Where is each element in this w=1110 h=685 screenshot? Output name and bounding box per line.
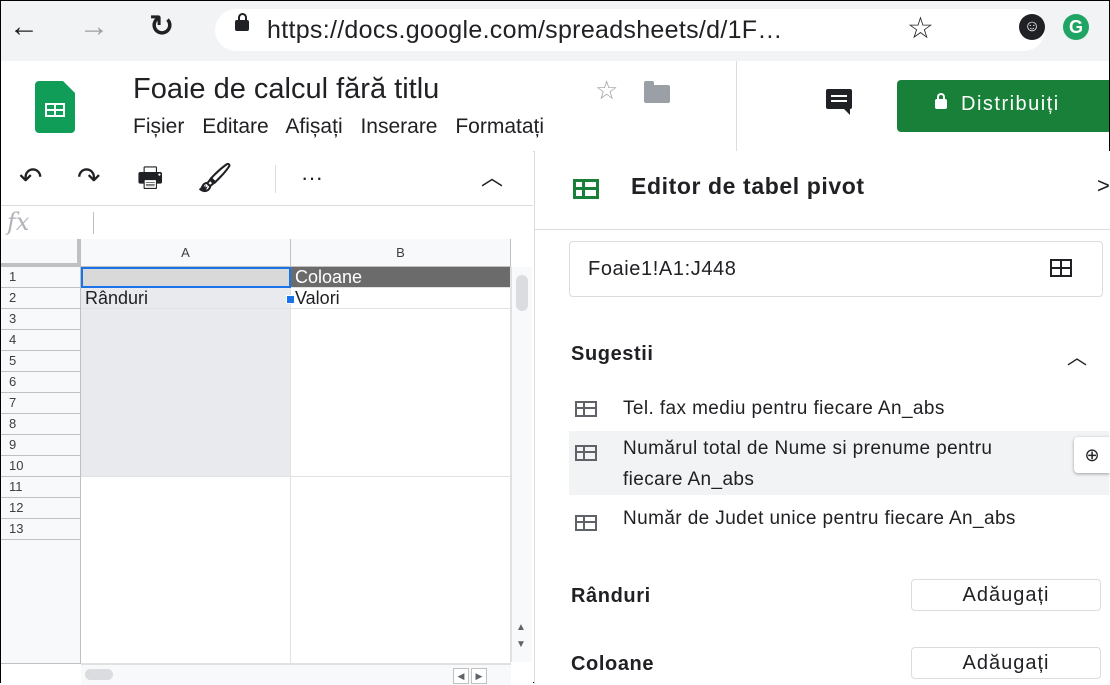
row-header-11[interactable]: 11 (1, 477, 81, 498)
suggestions-title: Sugestii (571, 343, 654, 365)
horizontal-scroll-thumb[interactable] (85, 669, 113, 680)
row-header-3[interactable]: 3 (1, 309, 81, 330)
share-button[interactable]: Distribuiți (897, 80, 1109, 132)
row-header-6[interactable]: 6 (1, 372, 81, 393)
spreadsheet-grid: A B 1 2 3 4 5 6 7 8 9 10 11 12 13 Coloan… (1, 239, 533, 685)
vertical-scroll-thumb[interactable] (516, 275, 528, 311)
pivot-table-editor: Editor de tabel pivot > Foaie1!A1:J448 S… (534, 151, 1110, 684)
pivot-table-icon (573, 179, 599, 199)
row-header-4[interactable]: 4 (1, 330, 81, 351)
row-header-13[interactable]: 13 (1, 519, 81, 540)
back-arrow-icon[interactable]: ← (9, 7, 39, 47)
rows-section-title: Rânduri (571, 585, 651, 607)
pivot-editor-title: Editor de tabel pivot (631, 173, 865, 199)
comments-icon[interactable] (826, 89, 852, 115)
lock-icon (935, 93, 947, 109)
suggestion-label: Număr de Judet unice pentru fiecare An_a… (623, 508, 1016, 529)
cell-b1[interactable]: Coloane (291, 267, 511, 288)
formula-separator (93, 212, 94, 234)
star-icon[interactable]: ☆ (595, 75, 618, 106)
fill-handle[interactable] (286, 295, 295, 304)
add-suggestion-icon[interactable]: ⊕ (1074, 437, 1110, 473)
cell-b2[interactable]: Valori (291, 288, 511, 309)
share-button-label: Distribuiți (961, 93, 1060, 115)
suggestion-label: Tel. fax mediu pentru fiecare An_abs (623, 398, 945, 419)
cell-b11-b13[interactable] (291, 477, 511, 664)
collapse-toolbar-icon[interactable]: ︿ (481, 161, 503, 195)
cell-a2[interactable]: Rânduri (81, 288, 291, 309)
row-header-9[interactable]: 9 (1, 435, 81, 456)
formula-bar: fx (1, 205, 533, 241)
address-bar[interactable]: https://docs.google.com/spreadsheets/d/1… (215, 9, 1045, 51)
menu-view[interactable]: Afișați (285, 115, 342, 138)
scroll-left-icon[interactable]: ◀ (453, 668, 469, 684)
menu-bar: Fișier Editare Afișați Inserare Formataț… (133, 115, 737, 143)
suggestion-label: Numărul total de Nume si prenume pentru … (623, 438, 993, 490)
select-range-icon[interactable] (1050, 259, 1072, 277)
cell-a3-a10[interactable] (81, 309, 291, 477)
column-header-a[interactable]: A (81, 239, 291, 267)
data-range-value: Foaie1!A1:J448 (588, 258, 737, 280)
suggestion-item[interactable]: Tel. fax mediu pentru fiecare An_abs (569, 389, 1109, 429)
row-header-5[interactable]: 5 (1, 351, 81, 372)
column-header-b[interactable]: B (291, 239, 511, 267)
suggestion-item[interactable]: Numărul total de Nume si prenume pentru … (569, 431, 1109, 495)
document-title[interactable]: Foaie de calcul fără titlu (133, 73, 439, 106)
folder-icon[interactable] (644, 81, 670, 103)
lock-icon[interactable] (235, 13, 249, 31)
browser-toolbar: ← → ↻ https://docs.google.com/spreadshee… (1, 1, 1109, 62)
sheets-logo-icon[interactable] (35, 81, 75, 133)
url-text[interactable]: https://docs.google.com/spreadsheets/d/1… (267, 16, 783, 45)
reload-icon[interactable]: ↻ (149, 7, 174, 47)
fx-icon: fx (7, 208, 30, 236)
add-rows-button[interactable]: Adăugați (911, 579, 1101, 611)
forward-arrow-icon[interactable]: → (79, 7, 109, 47)
pivot-suggestion-icon (575, 445, 597, 461)
pivot-suggestion-icon (575, 515, 597, 531)
header-divider (736, 61, 737, 151)
row-header-8[interactable]: 8 (1, 414, 81, 435)
add-columns-button[interactable]: Adăugați (911, 647, 1101, 679)
columns-section-title: Coloane (571, 653, 655, 675)
bookmark-star-icon[interactable]: ☆ (907, 11, 934, 46)
cell-a11-a13[interactable] (81, 477, 291, 664)
select-all-corner[interactable] (1, 239, 81, 267)
scroll-up-icon[interactable]: ▲ (516, 622, 526, 633)
redo-icon[interactable]: ↷ (77, 161, 100, 195)
editing-toolbar: ↶ ↷ 🖶 🖌 ··· ︿ (1, 151, 533, 205)
row-header-2[interactable]: 2 (1, 288, 81, 309)
row-header-10[interactable]: 10 (1, 456, 81, 477)
vertical-scrollbar[interactable]: ▲ ▼ (511, 267, 532, 662)
pivot-suggestion-icon (575, 401, 597, 417)
cell-a1[interactable] (81, 267, 291, 288)
menu-format[interactable]: Formatați (455, 115, 544, 138)
horizontal-scrollbar[interactable]: ◀ ▶ (81, 664, 511, 685)
more-options-icon[interactable]: ··· (301, 161, 323, 195)
collapse-suggestions-icon[interactable]: ︿ (1067, 341, 1087, 370)
data-range-field[interactable]: Foaie1!A1:J448 (569, 241, 1103, 297)
row-header-filler (1, 540, 81, 664)
pivot-editor-header: Editor de tabel pivot > (535, 151, 1110, 230)
formula-input[interactable] (101, 212, 515, 236)
menu-edit[interactable]: Editare (202, 115, 269, 138)
grammarly-extension-icon[interactable]: G (1063, 14, 1089, 40)
menu-file[interactable]: Fișier (133, 115, 184, 138)
row-header-7[interactable]: 7 (1, 393, 81, 414)
toolbar-separator (275, 165, 276, 193)
row-header-12[interactable]: 12 (1, 498, 81, 519)
scroll-right-icon[interactable]: ▶ (471, 668, 487, 684)
app-header: Foaie de calcul fără titlu ☆ Fișier Edit… (1, 61, 1109, 152)
undo-icon[interactable]: ↶ (19, 161, 42, 195)
suggestion-item[interactable]: Număr de Judet unice pentru fiecare An_a… (569, 501, 1109, 565)
close-panel-icon[interactable]: > (1097, 173, 1110, 199)
print-icon[interactable]: 🖶 (137, 161, 163, 195)
scroll-down-icon[interactable]: ▼ (516, 639, 526, 650)
paint-format-icon[interactable]: 🖌 (197, 161, 233, 195)
menu-insert[interactable]: Inserare (360, 115, 437, 138)
row-header-1[interactable]: 1 (1, 267, 81, 288)
cell-b3-b10[interactable] (291, 309, 511, 477)
extension-icon[interactable]: ☺ (1019, 14, 1045, 40)
